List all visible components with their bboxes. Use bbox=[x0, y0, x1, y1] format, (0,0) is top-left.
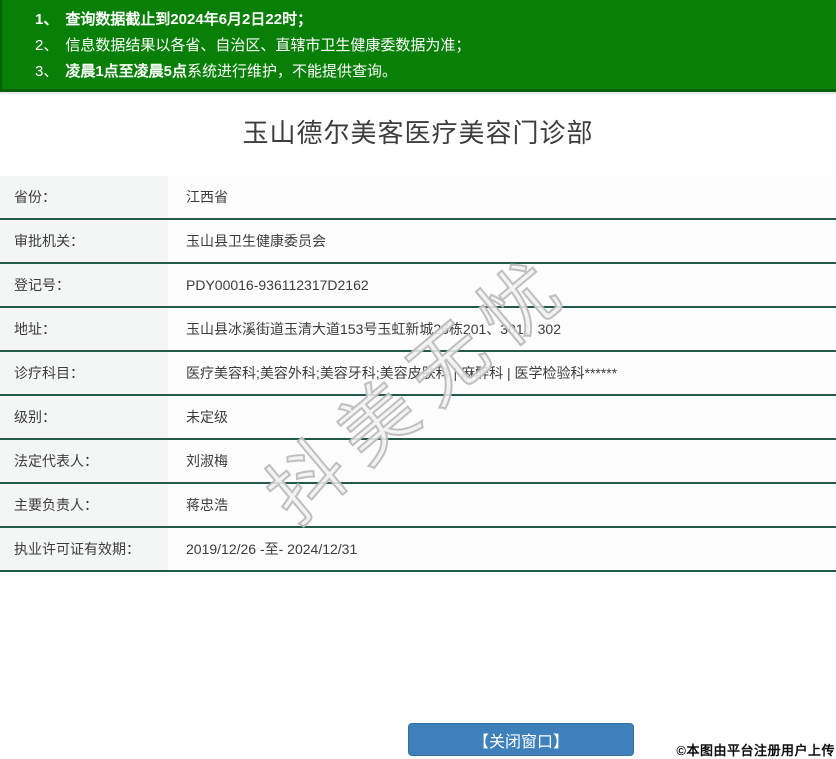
row-value: 刘淑梅 bbox=[168, 440, 836, 482]
row-value: 医疗美容科;美容外科;美容牙科;美容皮肤科 | 麻醉科 | 医学检验科*****… bbox=[168, 352, 836, 394]
row-label: 省份： bbox=[0, 176, 168, 218]
row-label: 诊疗科目： bbox=[0, 352, 168, 394]
notice-text: 查询数据截止到2024年6月2日22时； bbox=[65, 11, 313, 28]
row-label: 执业许可证有效期： bbox=[0, 528, 168, 570]
page-title: 玉山德尔美客医疗美容门诊部 bbox=[242, 118, 594, 148]
row-label: 法定代表人： bbox=[0, 440, 168, 482]
table-row-address: 地址： 玉山县冰溪街道玉清大道153号玉虹新城26栋201、301、302 bbox=[0, 308, 836, 352]
row-label: 级别： bbox=[0, 396, 168, 438]
notice-text-bold: 凌晨1点至凌晨5点 bbox=[65, 63, 188, 80]
notice-line-1: 1、 查询数据截止到2024年6月2日22时； bbox=[35, 7, 826, 33]
row-value: PDY00016-936112317D2162 bbox=[168, 264, 836, 306]
notice-number: 2、 bbox=[35, 37, 59, 54]
row-label: 审批机关： bbox=[0, 220, 168, 262]
table-row-main-responsible-person: 主要负责人： 蒋忠浩 bbox=[0, 484, 836, 528]
row-value: 江西省 bbox=[168, 176, 836, 218]
notice-line-2: 2、 信息数据结果以各省、自治区、直辖市卫生健康委数据为准； bbox=[35, 33, 826, 59]
row-label: 地址： bbox=[0, 308, 168, 350]
table-row-treatment-subjects: 诊疗科目： 医疗美容科;美容外科;美容牙科;美容皮肤科 | 麻醉科 | 医学检验… bbox=[0, 352, 836, 396]
table-row-province: 省份： 江西省 bbox=[0, 176, 836, 220]
row-value: 玉山县冰溪街道玉清大道153号玉虹新城26栋201、301、302 bbox=[168, 308, 836, 350]
row-value: 蒋忠浩 bbox=[168, 484, 836, 526]
notice-number: 1、 bbox=[35, 11, 59, 28]
close-window-button[interactable]: 【关闭窗口】 bbox=[408, 723, 634, 756]
row-value: 未定级 bbox=[168, 396, 836, 438]
row-label: 登记号： bbox=[0, 264, 168, 306]
table-row-level: 级别： 未定级 bbox=[0, 396, 836, 440]
notice-text: 信息数据结果以各省、自治区、直辖市卫生健康委数据为准； bbox=[65, 37, 471, 54]
table-row-registration-number: 登记号： PDY00016-936112317D2162 bbox=[0, 264, 836, 308]
row-label: 主要负责人： bbox=[0, 484, 168, 526]
copyright-notice: ©本图由平台注册用户上传 bbox=[676, 743, 835, 758]
table-row-legal-representative: 法定代表人： 刘淑梅 bbox=[0, 440, 836, 484]
notice-line-3: 3、 凌晨1点至凌晨5点系统进行维护，不能提供查询。 bbox=[35, 59, 826, 85]
table-row-license-validity: 执业许可证有效期： 2019/12/26 -至- 2024/12/31 bbox=[0, 528, 836, 572]
notice-banner: 1、 查询数据截止到2024年6月2日22时； 2、 信息数据结果以各省、自治区、直… bbox=[0, 0, 836, 92]
row-value: 玉山县卫生健康委员会 bbox=[168, 220, 836, 262]
table-row-approval-authority: 审批机关： 玉山县卫生健康委员会 bbox=[0, 220, 836, 264]
notice-text: 系统进行维护，不能提供查询。 bbox=[187, 63, 398, 80]
row-value: 2019/12/26 -至- 2024/12/31 bbox=[168, 528, 836, 570]
notice-number: 3、 bbox=[35, 63, 59, 80]
institution-info-table: 省份： 江西省 审批机关： 玉山县卫生健康委员会 登记号： PDY00016-9… bbox=[0, 176, 836, 572]
